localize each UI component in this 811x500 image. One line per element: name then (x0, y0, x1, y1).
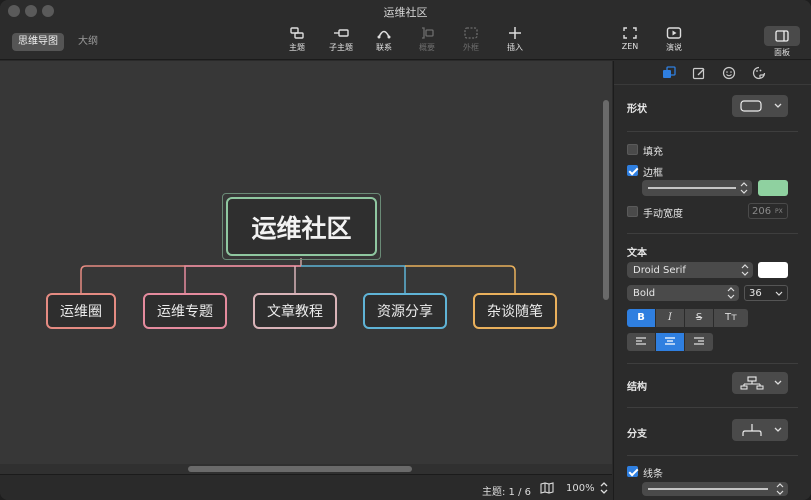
org-chart-icon (740, 376, 764, 390)
panel-tabs (614, 61, 811, 85)
align-right-icon (694, 337, 704, 345)
text-section-title: 文本 (627, 248, 647, 259)
emoji-tab-icon[interactable] (722, 66, 736, 80)
format-panel: 形状 填充 边框 手动宽度 206 PX 文本 Droid Serif Bold… (613, 61, 811, 500)
divider (627, 407, 798, 408)
topic-node[interactable]: 运维圈 (46, 293, 116, 329)
text-case-button[interactable]: Tт (714, 309, 748, 327)
line-style-dropdown[interactable] (642, 482, 788, 496)
structure-dropdown[interactable] (732, 372, 788, 394)
topic-count: 主题: 1 / 6 (482, 487, 531, 498)
topic-node[interactable]: 文章教程 (253, 293, 337, 329)
theme-tab-icon[interactable] (752, 66, 766, 80)
map-icon[interactable] (540, 482, 554, 497)
edit-tab-icon[interactable] (692, 66, 706, 80)
app-window: 运维社区 思维导图 大纲 主题 子主题 联系 概要 外框 插入 ZEN 演说 面… (0, 0, 811, 500)
panel-label: 面板 (774, 48, 790, 57)
italic-button[interactable]: I (656, 309, 684, 327)
chevron-down-icon (774, 380, 782, 385)
branch-section-title: 分支 (627, 429, 647, 440)
fill-label: 填充 (643, 147, 663, 158)
fill-checkbox[interactable] (627, 144, 638, 155)
font-weight-value: Bold (633, 288, 656, 299)
sidebar-icon (775, 30, 789, 42)
branch-dropdown[interactable] (732, 419, 788, 441)
align-center-button[interactable] (656, 333, 684, 351)
rounded-rect-icon (740, 100, 762, 112)
branch-line-2 (184, 265, 301, 293)
border-color-swatch[interactable] (758, 180, 788, 196)
stepper-icon (741, 264, 749, 276)
vertical-scrollbar[interactable] (603, 100, 609, 300)
text-color-swatch[interactable] (758, 262, 788, 278)
topic-node[interactable]: 资源分享 (363, 293, 447, 329)
branch-style-icon (742, 424, 762, 436)
manual-width-unit: PX (775, 208, 783, 215)
chevron-down-icon (775, 291, 783, 296)
zen-label: ZEN (621, 42, 639, 51)
font-size-value: 36 (749, 288, 762, 299)
chevron-down-icon (774, 103, 782, 108)
branch-line-1 (80, 265, 301, 293)
status-bar: 主题: 1 / 6 100% (0, 474, 612, 500)
strikethrough-button[interactable]: S (685, 309, 713, 327)
align-right-button[interactable] (685, 333, 713, 351)
manual-width-value: 206 (752, 206, 772, 217)
border-line-style-dropdown[interactable] (642, 180, 752, 196)
divider (627, 233, 798, 234)
panel-toggle-button[interactable] (764, 26, 800, 46)
horizontal-scrollbar[interactable] (188, 466, 412, 472)
line-style-preview (648, 187, 736, 189)
chevron-down-icon (774, 427, 782, 432)
style-tab-icon[interactable] (662, 66, 676, 80)
topic-node[interactable]: 杂谈随笔 (473, 293, 557, 329)
manual-width-checkbox[interactable] (627, 206, 638, 217)
root-topic[interactable]: 运维社区 (226, 197, 377, 256)
line-label: 线条 (643, 469, 663, 480)
zen-icon (623, 27, 637, 39)
zoom-level: 100% (566, 483, 595, 494)
present-label: 演说 (666, 43, 682, 52)
stepper-icon (776, 483, 784, 495)
stepper-icon (727, 287, 735, 299)
present-icon (666, 27, 682, 39)
align-left-icon (636, 337, 646, 345)
border-label: 边框 (643, 168, 663, 179)
divider (627, 455, 798, 456)
divider (627, 131, 798, 132)
shape-section-title: 形状 (627, 104, 647, 115)
structure-section-title: 结构 (627, 382, 647, 393)
manual-width-input[interactable]: 206 PX (748, 203, 788, 219)
manual-width-label: 手动宽度 (643, 209, 683, 220)
present-button[interactable]: 演说 (654, 26, 694, 53)
font-weight-dropdown[interactable]: Bold (627, 285, 739, 301)
line-checkbox[interactable] (627, 466, 638, 477)
bold-button[interactable]: B (627, 309, 655, 327)
shape-dropdown[interactable] (732, 95, 788, 117)
font-family-dropdown[interactable]: Droid Serif (627, 262, 753, 278)
branch-line-5 (405, 265, 516, 293)
zen-button[interactable]: ZEN (610, 26, 650, 51)
font-size-input[interactable]: 36 (744, 285, 788, 301)
zoom-stepper-icon[interactable] (599, 480, 609, 499)
align-left-button[interactable] (627, 333, 655, 351)
stepper-icon (740, 182, 748, 194)
border-checkbox[interactable] (627, 165, 638, 176)
align-center-icon (665, 337, 675, 345)
topic-node[interactable]: 运维专题 (143, 293, 227, 329)
font-family-value: Droid Serif (633, 265, 686, 276)
divider (627, 363, 798, 364)
line-style-preview (648, 488, 768, 490)
branch-line-4 (301, 265, 406, 293)
